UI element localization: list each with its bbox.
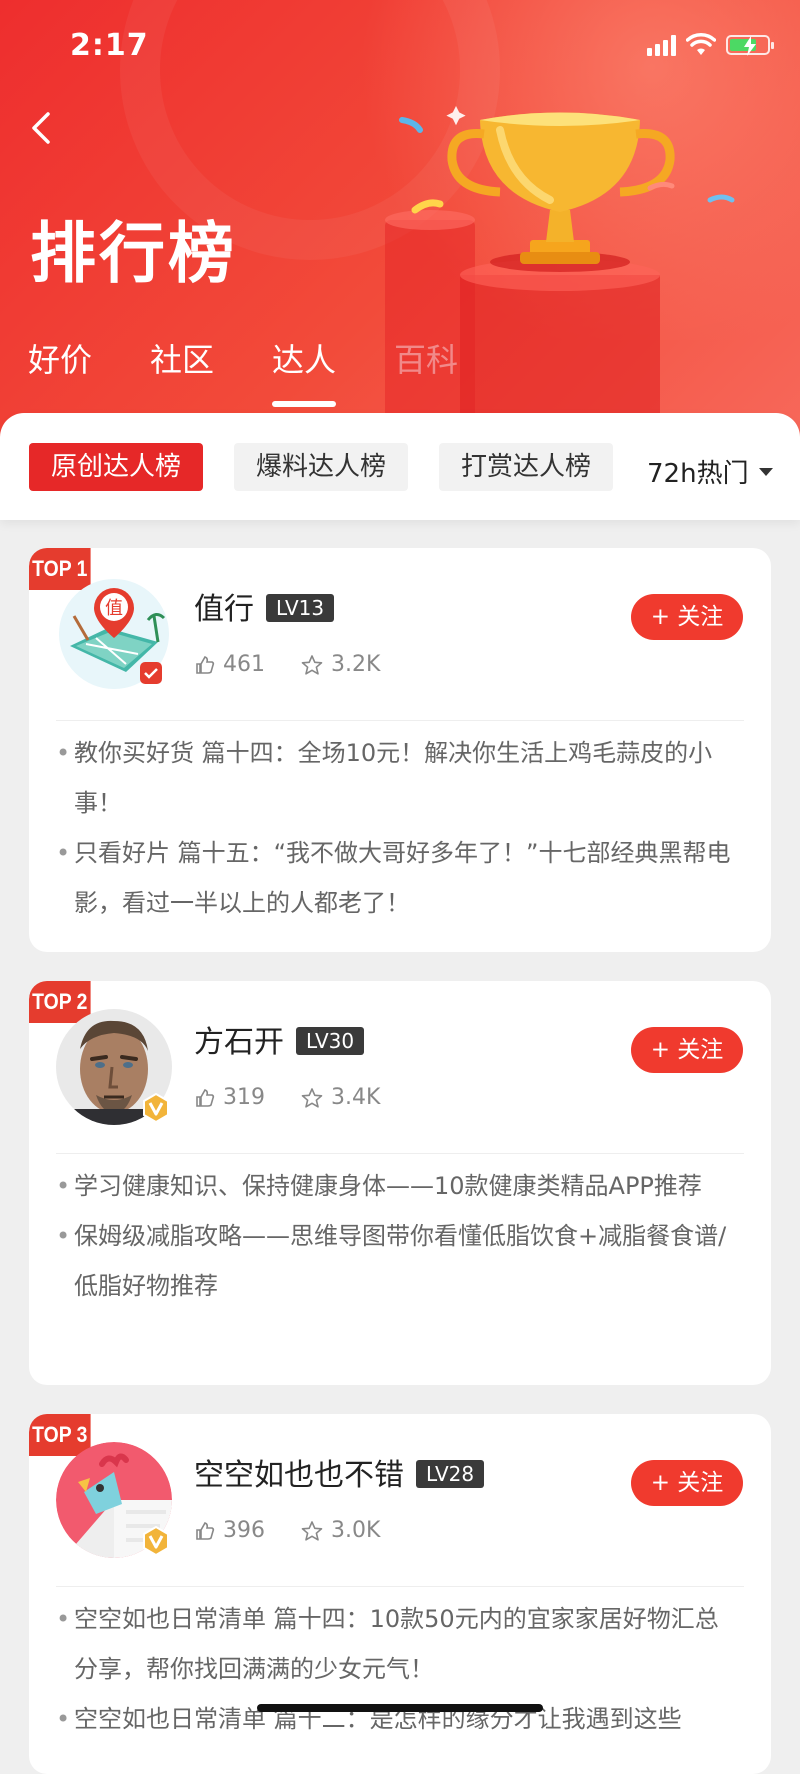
- tab-experts[interactable]: 达人: [272, 335, 337, 407]
- username[interactable]: 值行 LV13: [194, 584, 335, 628]
- article-link[interactable]: 教你买好货 篇十四：全场10元！解决你生活上鸡毛蒜皮的小事！: [56, 728, 741, 828]
- likes-count: 396: [223, 1518, 265, 1543]
- thumbs-up-icon: [196, 655, 215, 674]
- divider: [56, 1153, 744, 1154]
- likes-stat: 319: [195, 1085, 265, 1110]
- caret-down-icon: [758, 467, 773, 476]
- article-link[interactable]: 空空如也日常清单 篇十二：是怎样的缘分才让我遇到这些: [56, 1694, 741, 1744]
- status-icons: [647, 33, 774, 57]
- username-text: 方石开: [194, 1025, 284, 1060]
- username[interactable]: 方石开 LV30: [194, 1017, 365, 1061]
- level-badge: LV28: [416, 1460, 485, 1488]
- chip-original-experts[interactable]: 原创达人榜: [29, 443, 204, 491]
- article-list: 空空如也日常清单 篇十四：10款50元内的宜家家居好物汇总分享，帮你找回满满的少…: [56, 1594, 741, 1744]
- favorites-count: 3.2K: [331, 652, 381, 677]
- favorites-stat: 3.0K: [301, 1518, 380, 1543]
- follow-button[interactable]: + 关注: [631, 594, 743, 640]
- ranking-card[interactable]: TOP 2 方石开 LV30 319 3.4K + 关注 学习健康知识、保持健康身…: [29, 981, 771, 1385]
- tab-community[interactable]: 社区: [150, 335, 214, 381]
- follow-button[interactable]: + 关注: [631, 1460, 743, 1506]
- back-arrow-icon[interactable]: [28, 108, 58, 148]
- article-link[interactable]: 学习健康知识、保持健康身体——10款健康类精品APP推荐: [56, 1161, 741, 1211]
- level-badge: LV13: [266, 594, 335, 622]
- verified-badge-icon: [143, 1526, 169, 1556]
- likes-stat: 396: [195, 1518, 265, 1543]
- likes-count: 319: [223, 1085, 265, 1110]
- article-link[interactable]: 保姆级减脂攻略——思维导图带你看懂低脂饮食+减脂餐食谱/低脂好物推荐: [56, 1211, 741, 1311]
- star-icon: [301, 1520, 323, 1541]
- sort-dropdown[interactable]: 72h热门: [647, 453, 773, 490]
- avatar[interactable]: 值: [56, 576, 172, 692]
- trophy-illustration: [385, 106, 735, 440]
- svg-text:值: 值: [105, 598, 123, 619]
- user-stats: 396 3.0K: [195, 1518, 416, 1543]
- ranking-card[interactable]: TOP 1 值 值行LV13 461 3.2K + 关注 教你买好货 篇十四：全…: [29, 548, 771, 952]
- article-list: 学习健康知识、保持健康身体——10款健康类精品APP推荐 保姆级减脂攻略——思维…: [56, 1161, 741, 1311]
- filter-bar: 原创达人榜 爆料达人榜 打赏达人榜 72h热门: [0, 413, 800, 520]
- battery-icon: [726, 35, 774, 56]
- rank-badge: TOP 3: [29, 1414, 91, 1456]
- verified-badge-icon: [143, 1093, 169, 1123]
- status-time: 2:17: [70, 28, 149, 63]
- favorites-stat: 3.4K: [301, 1085, 380, 1110]
- thumbs-up-icon: [196, 1521, 215, 1540]
- star-icon: [301, 654, 323, 675]
- likes-stat: 461: [195, 652, 265, 677]
- tab-deals[interactable]: 好价: [28, 335, 92, 381]
- signal-icon: [647, 34, 676, 56]
- favorites-stat: 3.2K: [301, 652, 380, 677]
- star-icon: [301, 1087, 323, 1108]
- likes-count: 461: [223, 652, 265, 677]
- favorites-count: 3.4K: [331, 1085, 381, 1110]
- user-stats: 319 3.4K: [195, 1085, 416, 1110]
- divider: [56, 720, 744, 721]
- wifi-icon: [686, 33, 716, 55]
- page-title: 排行榜: [30, 215, 237, 292]
- level-badge: LV30: [296, 1027, 365, 1055]
- chip-reward-experts[interactable]: 打赏达人榜: [439, 443, 613, 491]
- home-indicator[interactable]: [257, 1704, 543, 1712]
- user-stats: 461 3.2K: [195, 652, 416, 677]
- follow-button[interactable]: + 关注: [631, 1027, 743, 1073]
- sort-label: 72h热门: [647, 459, 749, 489]
- divider: [56, 1586, 744, 1587]
- thumbs-up-icon: [196, 1088, 215, 1107]
- username-text: 值行: [194, 592, 254, 627]
- ranking-card[interactable]: TOP 3 空空如也也不错 LV28 396 3.0K + 关注 空空如也日常清单…: [29, 1414, 771, 1774]
- rank-badge: TOP 2: [29, 981, 91, 1023]
- favorites-count: 3.0K: [331, 1518, 381, 1543]
- username[interactable]: 空空如也也不错 LV28: [194, 1450, 485, 1494]
- article-list: 教你买好货 篇十四：全场10元！解决你生活上鸡毛蒜皮的小事！ 只看好片 篇十五：…: [56, 728, 741, 928]
- username-text: 空空如也也不错: [194, 1458, 404, 1493]
- chip-tipster-experts[interactable]: 爆料达人榜: [234, 443, 409, 491]
- article-link[interactable]: 只看好片 篇十五：“我不做大哥好多年了！”十七部经典黑帮电影，看过一半以上的人都…: [56, 828, 741, 928]
- article-link[interactable]: 空空如也日常清单 篇十四：10款50元内的宜家家居好物汇总分享，帮你找回满满的少…: [56, 1594, 741, 1694]
- header-banner: 2:17 排行榜 好价 社区 达人 百科: [0, 0, 800, 440]
